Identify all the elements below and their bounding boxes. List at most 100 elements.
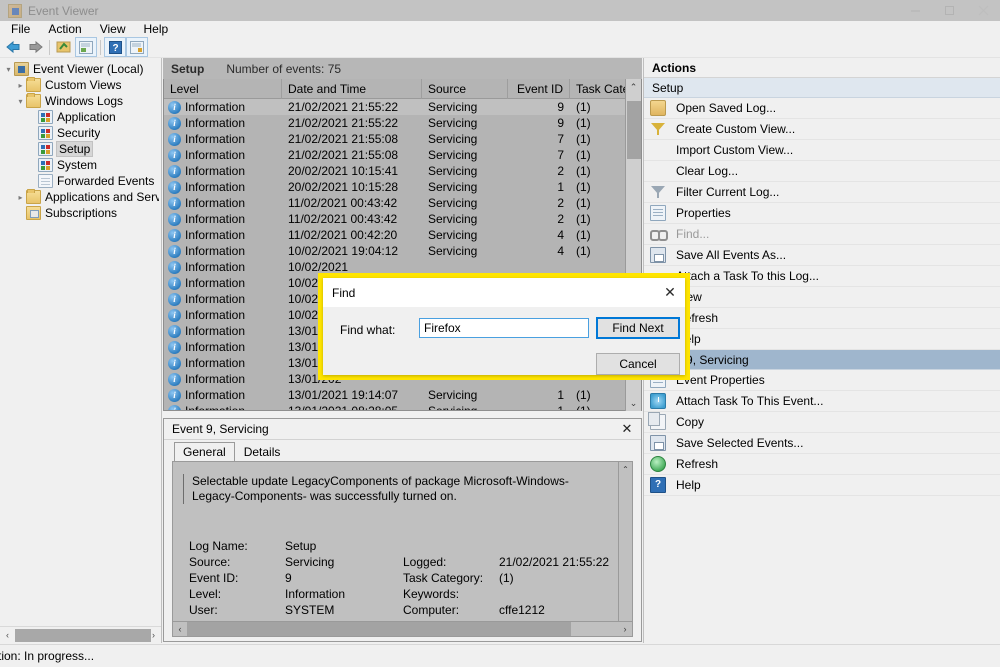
detail-scroll-left-icon[interactable]: ‹ — [173, 622, 187, 636]
action-item-help[interactable]: Help — [644, 329, 1000, 350]
information-icon: i — [168, 308, 181, 322]
table-row[interactable]: i Information 20/02/2021 10:15:41 Servicing… — [164, 163, 641, 179]
table-row[interactable]: i Information 13/01/2021 08:28:05Servicing… — [164, 403, 641, 410]
table-row[interactable]: i Information 20/02/2021 10:15:28 Servicing… — [164, 179, 641, 195]
table-row[interactable]: i Information 21/02/2021 21:55:08 Servicing… — [164, 147, 641, 163]
tree-scroll-track[interactable] — [15, 627, 151, 643]
action-item-filter-current-log[interactable]: Filter Current Log... — [644, 182, 1000, 203]
event-detail-pane: Event 9, Servicing ✕ General Details Sel… — [163, 418, 642, 642]
menu-file[interactable]: File — [2, 21, 39, 37]
column-header-source[interactable]: Source — [422, 78, 508, 99]
tree-expander-icon[interactable]: ▾ — [3, 61, 14, 77]
detail-scroll-right-icon[interactable]: › — [618, 622, 632, 636]
column-header-date-and-time[interactable]: Date and Time — [282, 78, 422, 99]
events-scroll-up-icon[interactable]: ⌃ — [626, 79, 641, 95]
maximize-button[interactable] — [932, 0, 966, 21]
detail-horizontal-scrollbar[interactable]: ‹ › — [172, 621, 633, 637]
table-row[interactable]: i Information 13/01/2021 19:14:07 Servicing… — [164, 387, 641, 403]
plain-icon — [38, 174, 53, 188]
action-item-copy[interactable]: Copy — [644, 412, 1000, 433]
find-dialog-title-bar: Find ✕ — [323, 278, 685, 307]
action-item-save-all-events-as[interactable]: Save All Events As... — [644, 245, 1000, 266]
tree-item-windows-logs[interactable]: ▾ Windows Logs — [0, 93, 161, 109]
table-row[interactable]: i Information 21/02/2021 21:55:08 Servicing… — [164, 131, 641, 147]
show-hide-tree-icon[interactable] — [53, 37, 75, 57]
action-item-help[interactable]: ? Help — [644, 475, 1000, 496]
cell-event-id: 4 — [557, 228, 564, 242]
column-header-level[interactable]: Level — [164, 78, 282, 99]
column-header-event-id[interactable]: Event ID — [508, 78, 570, 99]
actions-list: Setup Open Saved Log... Create Custom View… — [644, 78, 1000, 496]
cancel-button[interactable]: Cancel — [596, 353, 680, 375]
tree-expander-spacer — [27, 141, 38, 157]
cell-source: Servicing — [428, 180, 478, 194]
tab-details[interactable]: Details — [235, 442, 290, 461]
table-row[interactable]: i Information 21/02/2021 21:55:22 Servicing… — [164, 115, 641, 131]
detail-hscroll-thumb[interactable] — [187, 622, 571, 636]
action-item-create-custom-view[interactable]: Create Custom View... — [644, 119, 1000, 140]
find-next-button[interactable]: Find Next — [596, 317, 680, 339]
action-item-properties[interactable]: Properties — [644, 203, 1000, 224]
table-row[interactable]: i Information 11/02/2021 00:43:42 Servicing… — [164, 195, 641, 211]
log-icon — [38, 158, 53, 172]
properties-icon[interactable] — [75, 37, 97, 57]
tree-item-forwarded-events[interactable]: Forwarded Events — [0, 173, 161, 189]
help-icon[interactable]: ? — [104, 37, 126, 57]
events-scroll-thumb[interactable] — [627, 101, 641, 159]
detail-body: Selectable update LegacyComponents of pa… — [172, 461, 633, 633]
tree-item-event-viewer-local[interactable]: ▾ Event Viewer (Local) — [0, 61, 161, 77]
cell-level-label: Information — [185, 228, 246, 242]
filter-current-log-icon — [650, 184, 666, 200]
tree-item-security[interactable]: Security — [0, 125, 161, 141]
action-item-refresh[interactable]: Refresh — [644, 308, 1000, 329]
console-tree-pane: ▾ Event Viewer (Local) ▸ Custom Views ▾ Windo… — [0, 58, 162, 643]
action-item-import-custom-view[interactable]: Import Custom View... — [644, 140, 1000, 161]
table-row[interactable]: i Information 11/02/2021 00:43:42 Servicing… — [164, 211, 641, 227]
detail-close-icon[interactable]: ✕ — [619, 421, 635, 437]
tree-item-label: Application — [57, 110, 116, 124]
action-item-refresh[interactable]: Refresh — [644, 454, 1000, 475]
table-row[interactable]: i Information 21/02/2021 21:55:22 Servicing… — [164, 99, 641, 115]
action-item-clear-log[interactable]: Clear Log... — [644, 161, 1000, 182]
actions-header: Actions — [644, 58, 1000, 78]
close-button[interactable] — [966, 0, 1000, 21]
tree-item-applications-and-services-lo[interactable]: ▸ Applications and Services Lo — [0, 189, 161, 205]
menu-help[interactable]: Help — [135, 21, 178, 37]
find-dialog-close-icon[interactable]: ✕ — [655, 279, 685, 307]
action-item-attach-a-task-to-this-log[interactable]: Attach a Task To this Log... — [644, 266, 1000, 287]
action-item-attach-task-to-this-event[interactable]: Attach Task To This Event... — [644, 391, 1000, 412]
refresh-view-icon[interactable] — [126, 37, 148, 57]
find-what-input[interactable] — [419, 318, 589, 338]
action-item-save-selected-events[interactable]: Save Selected Events... — [644, 433, 1000, 454]
tree-scroll-thumb[interactable] — [15, 628, 151, 642]
console-tree: ▾ Event Viewer (Local) ▸ Custom Views ▾ Windo… — [0, 58, 161, 626]
detail-vertical-scrollbar[interactable]: ⌃ ⌄ — [618, 462, 632, 632]
table-row[interactable]: i Information 10/02/2021 19:04:12 Servicing… — [164, 243, 641, 259]
action-item-event-properties[interactable]: Event Properties — [644, 370, 1000, 391]
menu-action[interactable]: Action — [39, 21, 90, 37]
tree-item-setup[interactable]: Setup — [0, 141, 161, 157]
tree-item-application[interactable]: Application — [0, 109, 161, 125]
back-icon[interactable] — [2, 37, 24, 57]
tree-expander-icon[interactable]: ▾ — [15, 93, 26, 109]
tree-item-system[interactable]: System — [0, 157, 161, 173]
minimize-button[interactable] — [898, 0, 932, 21]
tree-scroll-left-icon[interactable]: ‹ — [0, 628, 15, 643]
tree-expander-icon[interactable]: ▸ — [15, 77, 26, 93]
detail-scroll-up-icon[interactable]: ⌃ — [619, 462, 632, 476]
events-scroll-down-icon[interactable]: ⌄ — [626, 395, 641, 411]
detail-hscroll-track[interactable] — [187, 622, 618, 636]
detail-field-key-2: Keywords: — [403, 587, 460, 601]
action-item-view[interactable]: View — [644, 287, 1000, 308]
table-row[interactable]: i Information 11/02/2021 00:42:20 Servicing… — [164, 227, 641, 243]
cell-level: i Information — [164, 355, 282, 371]
action-item-open-saved-log[interactable]: Open Saved Log... — [644, 98, 1000, 119]
forward-icon[interactable] — [24, 37, 46, 57]
information-icon: i — [168, 324, 181, 338]
tree-horizontal-scrollbar[interactable]: ‹ › — [0, 626, 161, 643]
tree-item-custom-views[interactable]: ▸ Custom Views — [0, 77, 161, 93]
tree-expander-icon[interactable]: ▸ — [15, 189, 26, 205]
menu-view[interactable]: View — [91, 21, 135, 37]
tab-general[interactable]: General — [174, 442, 235, 461]
tree-item-subscriptions[interactable]: Subscriptions — [0, 205, 161, 221]
